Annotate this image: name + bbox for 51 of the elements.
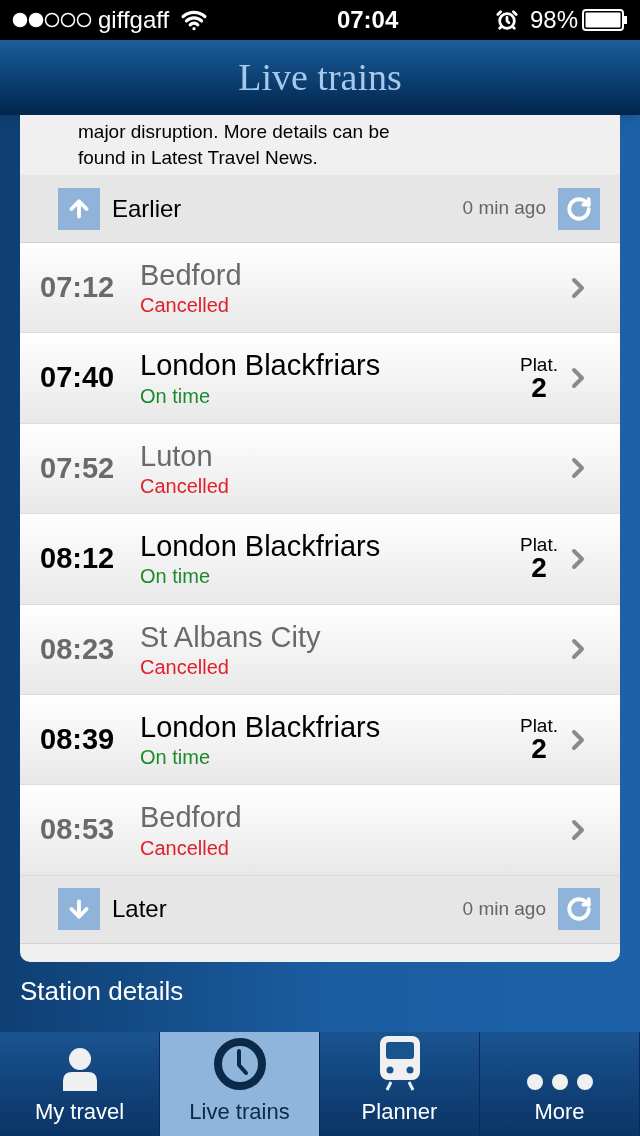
alarm-icon [495, 9, 518, 31]
departure-time: 08:12 [40, 541, 116, 577]
carrier-name: giffgaff [98, 5, 170, 35]
platform-label: Plat. [519, 716, 558, 736]
platform-number: 2 [531, 735, 547, 764]
service-status: Cancelled [140, 293, 230, 319]
service-status: Cancelled [140, 654, 230, 680]
platform-label: Plat. [519, 354, 558, 374]
refresh-icon [566, 896, 592, 923]
train-icon [378, 1035, 421, 1091]
refresh-icon [566, 195, 592, 222]
platform-number: 2 [531, 373, 547, 402]
destination: London Blackfriars [140, 710, 381, 745]
departure-time: 08:53 [40, 812, 116, 848]
clock-time: 07:04 [335, 5, 399, 35]
earlier-button[interactable]: Earlier [58, 187, 182, 230]
departure-time: 08:23 [40, 631, 116, 667]
destination: Bedford [140, 800, 242, 836]
destination: St Albans City [140, 619, 321, 655]
refresh-button[interactable] [558, 187, 600, 230]
battery-icon [582, 9, 628, 31]
clock-icon [212, 1037, 267, 1091]
platform-number: 2 [531, 554, 547, 583]
service-status: Cancelled [140, 474, 229, 500]
destination: Luton [140, 438, 214, 474]
page-title: Live trains [238, 55, 402, 100]
section-heading: Station details [20, 977, 185, 1004]
destination: Bedford [140, 258, 242, 294]
signal-icon [12, 12, 94, 28]
departure-time: 08:39 [40, 721, 116, 757]
tab[interactable]: More [480, 1032, 640, 1136]
service-status: On time [140, 745, 212, 771]
platform-label: Plat. [519, 535, 558, 555]
updated-time: 0 min ago [462, 897, 546, 921]
disruption-notice: major disruption. More details can be found in Latest Travel News. [77, 120, 391, 170]
departure-time: 07:12 [40, 269, 116, 305]
service-status: On time [140, 383, 212, 409]
more-dots-icon [525, 1073, 594, 1091]
destination: London Blackfriars [140, 529, 381, 565]
tab[interactable]: Planner [320, 1032, 480, 1136]
battery-percent: 98% [529, 5, 578, 35]
tab[interactable]: My travel [0, 1032, 160, 1136]
updated-time: 0 min ago [462, 196, 546, 221]
departure-time: 07:40 [40, 360, 116, 396]
later-button[interactable]: Later [58, 888, 167, 931]
tab[interactable]: Live trains [160, 1032, 320, 1136]
service-status: On time [140, 564, 212, 590]
refresh-button[interactable] [558, 888, 600, 931]
departure-time: 07:52 [40, 450, 116, 486]
service-status: Cancelled [140, 835, 230, 861]
destination: London Blackfriars [140, 348, 381, 384]
